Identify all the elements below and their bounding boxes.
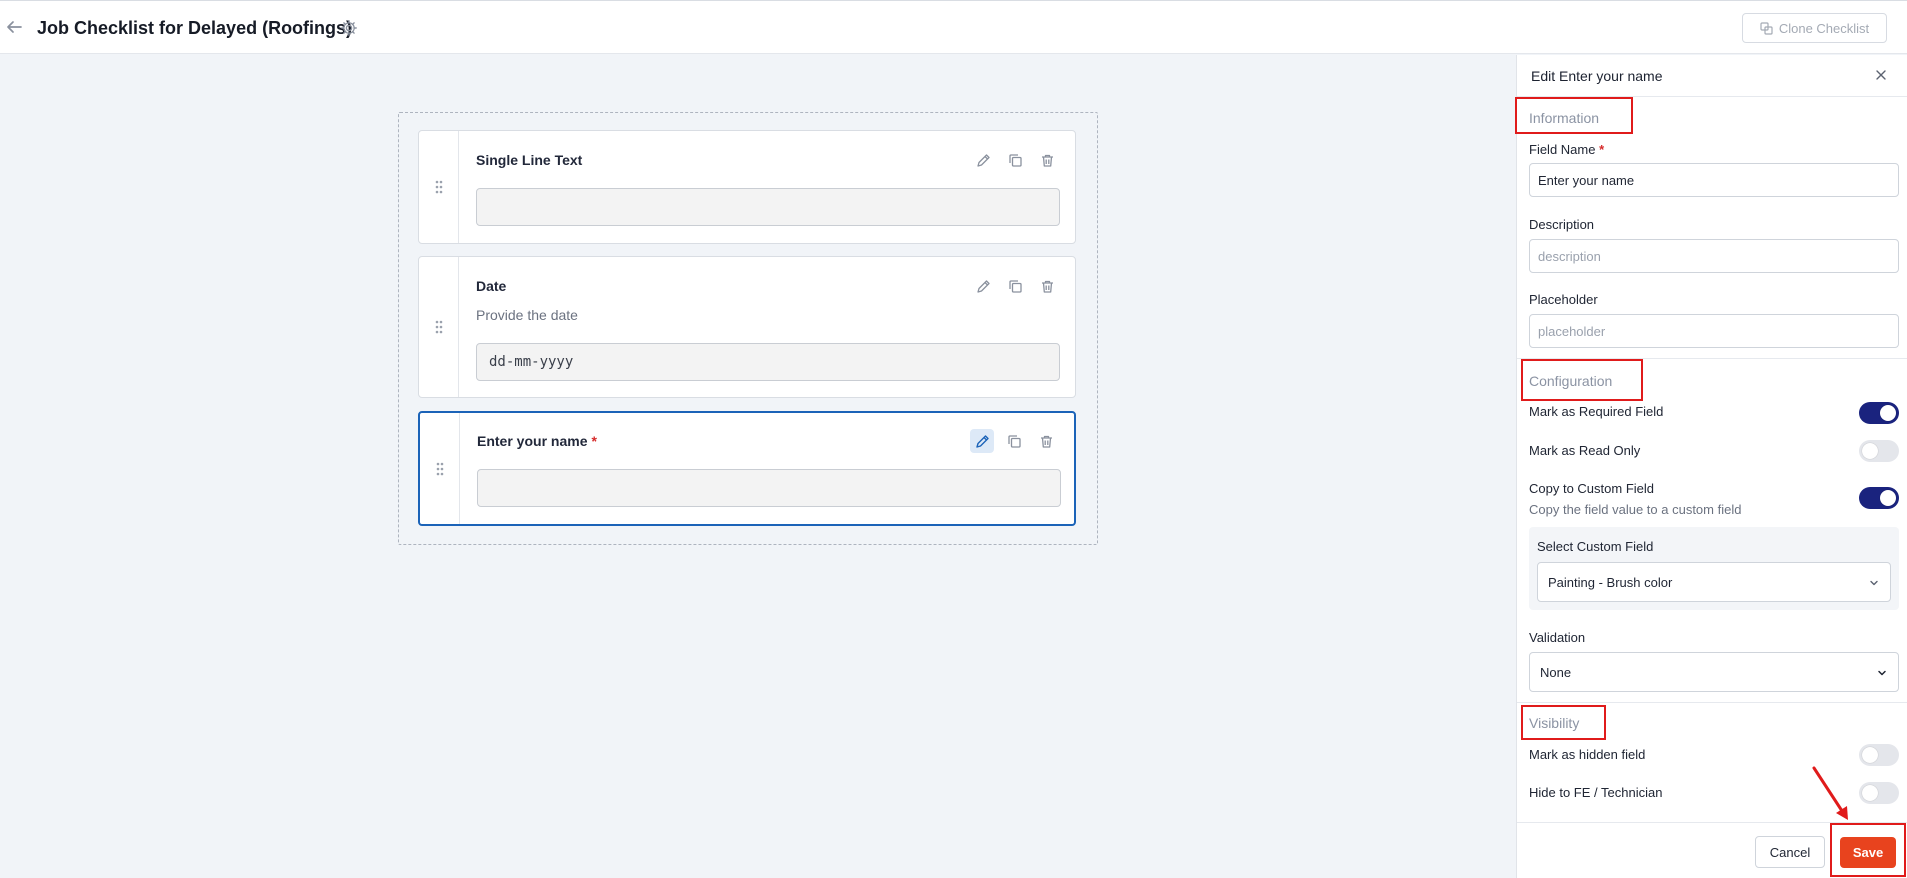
annotation-arrow-icon [1812,766,1848,820]
required-toggle-label: Mark as Required Field [1529,404,1664,419]
clone-icon [1760,21,1773,35]
clone-checklist-button[interactable]: Clone Checklist [1742,13,1887,43]
back-arrow-icon[interactable] [5,18,27,38]
drag-dots-icon [435,180,443,194]
custom-field-subpanel: Select Custom Field Painting - Brush col… [1529,527,1899,610]
cancel-button[interactable]: Cancel [1755,836,1825,868]
read-only-toggle[interactable] [1859,440,1899,462]
close-icon[interactable] [1873,67,1889,83]
field-card-date[interactable]: Date Provide the date dd-mm-yyyy [418,256,1076,398]
panel-title: Edit Enter your name [1531,68,1663,84]
edit-pencil-icon[interactable] [970,429,994,453]
drag-handle[interactable] [419,257,459,397]
custom-field-select-value: Painting - Brush color [1548,574,1673,590]
page-title: Job Checklist for Delayed (Roofings) [37,18,353,38]
section-title-information: Information [1529,110,1600,126]
field-input-preview[interactable] [476,188,1060,226]
validation-label: Validation [1529,630,1586,645]
chevron-down-icon [1870,580,1878,586]
copy-custom-field-label: Copy to Custom Field [1529,481,1654,496]
custom-field-select[interactable]: Painting - Brush color [1537,562,1891,602]
read-only-toggle-label: Mark as Read Only [1529,443,1641,458]
date-input-preview[interactable]: dd-mm-yyyy [476,343,1060,381]
divider [1517,702,1907,703]
placeholder-label: Placeholder [1529,292,1598,307]
field-label: Enter your name * [477,433,597,449]
trash-icon[interactable] [1035,148,1059,172]
field-card-enter-your-name[interactable]: Enter your name * [418,411,1076,526]
validation-select[interactable]: None [1529,652,1899,692]
description-input[interactable]: description [1529,239,1899,273]
section-title-configuration: Configuration [1529,373,1613,389]
panel-header: Edit Enter your name [1517,55,1907,97]
save-button[interactable]: Save [1840,837,1896,868]
placeholder-input[interactable]: placeholder [1529,314,1899,348]
edit-field-panel: Edit Enter your name Information Field N… [1515,55,1907,878]
edit-pencil-icon[interactable] [971,148,995,172]
top-header: Job Checklist for Delayed (Roofings) Clo… [0,0,1907,54]
select-custom-field-label: Select Custom Field [1537,539,1654,554]
clone-checklist-label: Clone Checklist [1778,20,1870,36]
hidden-field-toggle[interactable] [1859,744,1899,766]
required-asterisk: * [1599,142,1605,157]
required-asterisk: * [591,433,597,449]
duplicate-icon[interactable] [1003,148,1027,172]
drag-dots-icon [435,320,443,334]
duplicate-icon[interactable] [1002,429,1026,453]
field-card-single-line-text[interactable]: Single Line Text [418,130,1076,244]
field-name-label: Field Name * [1529,142,1605,157]
required-field-toggle[interactable] [1859,402,1899,424]
chevron-down-icon [1878,670,1886,676]
hide-to-fe-label: Hide to FE / Technician [1529,785,1663,800]
drag-handle[interactable] [419,131,459,243]
drag-handle[interactable] [420,413,460,524]
form-canvas: Single Line Text Date Provide the date d… [398,112,1098,545]
field-description: Provide the date [476,307,578,323]
field-label: Single Line Text [476,152,583,168]
trash-icon[interactable] [1035,274,1059,298]
validation-select-value: None [1540,664,1572,680]
field-input-preview[interactable] [477,469,1061,507]
description-label: Description [1529,217,1595,232]
gear-icon[interactable] [340,19,358,37]
duplicate-icon[interactable] [1003,274,1027,298]
section-title-visibility: Visibility [1529,715,1580,731]
copy-custom-field-description: Copy the field value to a custom field [1529,502,1742,517]
hidden-field-label: Mark as hidden field [1529,747,1646,762]
trash-icon[interactable] [1034,429,1058,453]
field-name-input[interactable]: Enter your name [1529,163,1899,197]
hide-to-fe-toggle[interactable] [1859,782,1899,804]
drag-dots-icon [436,462,444,475]
copy-custom-field-toggle[interactable] [1859,487,1899,509]
field-label: Date [476,278,507,294]
edit-pencil-icon[interactable] [971,274,995,298]
